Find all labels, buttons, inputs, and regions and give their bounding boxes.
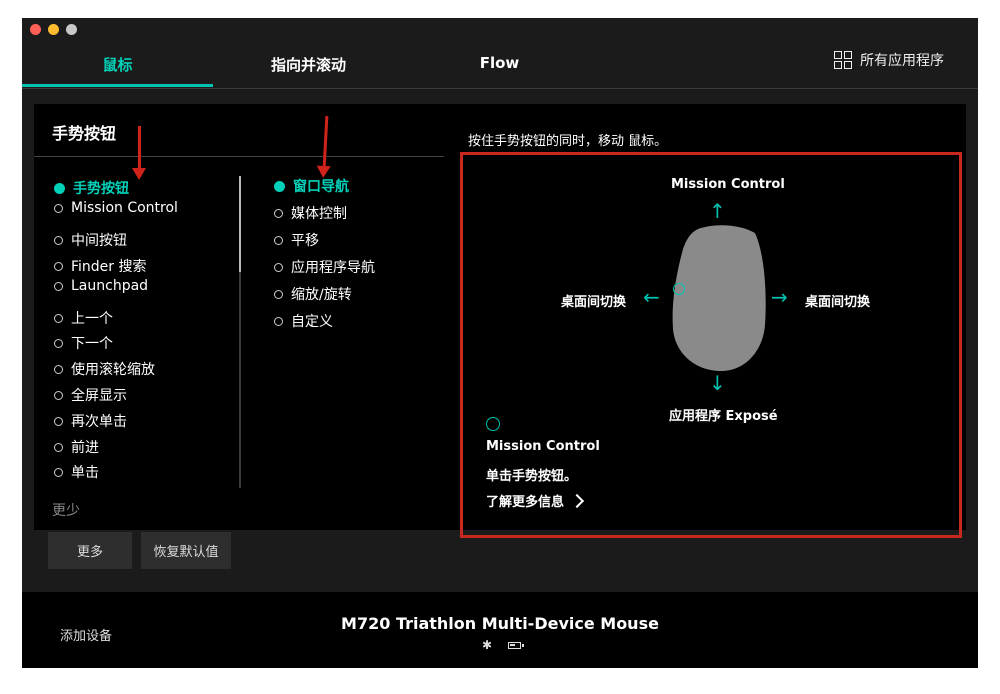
arrow-left-icon: ← — [643, 285, 660, 309]
arrow-right-icon: → — [771, 285, 788, 309]
option-label: 使用滚轮缩放 — [71, 362, 155, 378]
radio-selected-icon — [54, 182, 65, 194]
tab-divider — [22, 88, 978, 89]
minimize-window-button[interactable] — [48, 24, 59, 35]
option-next[interactable]: 下一个 — [54, 333, 113, 353]
option-label: 单击 — [71, 465, 99, 481]
radio-icon — [54, 467, 63, 477]
zoom-window-button[interactable] — [66, 24, 77, 35]
panel-divider — [34, 156, 444, 157]
arrow-down-icon: ↓ — [709, 371, 726, 395]
gesture-diagram: Mission Control ↑ 桌面间切换 ← → 桌面间切换 ↓ 应用程序… — [460, 152, 962, 538]
option-label: Mission Control — [71, 200, 178, 216]
click-action-title: Mission Control — [486, 439, 600, 454]
option-label: 媒体控制 — [291, 206, 347, 222]
option-window-navigation[interactable]: 窗口导航 — [274, 176, 349, 196]
annotation-arrow-icon — [132, 126, 146, 180]
radio-selected-icon — [274, 180, 285, 192]
radio-icon — [54, 261, 63, 271]
radio-icon — [54, 442, 63, 452]
radio-icon — [274, 235, 283, 245]
click-marker-icon — [486, 417, 500, 431]
radio-icon — [54, 203, 63, 213]
option-gesture-button[interactable]: 手势按钮 — [54, 178, 129, 198]
option-label: 全屏显示 — [71, 388, 127, 404]
option-click[interactable]: 单击 — [54, 462, 99, 482]
option-media-control[interactable]: 媒体控制 — [274, 203, 347, 223]
bluetooth-icon: ✱ — [482, 638, 493, 652]
tab-point-scroll[interactable]: 指向并滚动 — [213, 54, 404, 75]
radio-icon — [54, 313, 63, 323]
option-label: 应用程序导航 — [291, 260, 375, 276]
gesture-left-label: 桌面间切换 — [561, 295, 627, 310]
radio-icon — [54, 390, 63, 400]
option-label: Finder 搜索 — [71, 259, 147, 275]
device-status: ✱ — [482, 638, 525, 652]
radio-icon — [274, 208, 283, 218]
click-action-desc: 单击手势按钮。 — [486, 469, 578, 484]
option-label: 缩放/旋转 — [291, 287, 352, 303]
option-pan[interactable]: 平移 — [274, 230, 319, 250]
title-bar — [22, 18, 978, 40]
radio-icon — [54, 416, 63, 426]
all-apps-button[interactable]: 所有应用程序 — [834, 50, 944, 70]
mouse-icon — [672, 225, 766, 371]
gesture-down-label: 应用程序 Exposé — [669, 409, 778, 424]
option-scroll-zoom[interactable]: 使用滚轮缩放 — [54, 359, 155, 379]
option-middle-button[interactable]: 中间按钮 — [54, 230, 127, 250]
gesture-hint: 按住手势按钮的同时，移动 鼠标。 — [468, 134, 668, 149]
gesture-right-label: 桌面间切换 — [805, 295, 871, 310]
option-finder-search[interactable]: Finder 搜索 — [54, 256, 147, 276]
tab-mouse[interactable]: 鼠标 — [22, 54, 213, 75]
restore-defaults-button[interactable]: 恢复默认值 — [141, 532, 231, 569]
radio-icon — [54, 364, 63, 374]
close-window-button[interactable] — [30, 24, 41, 35]
option-click-again[interactable]: 再次单击 — [54, 411, 127, 431]
arrow-up-icon: ↑ — [709, 199, 726, 223]
option-label: 手势按钮 — [73, 181, 129, 197]
annotation-arrow-icon — [322, 115, 329, 169]
option-label: 窗口导航 — [293, 179, 349, 195]
option-label: 下一个 — [71, 336, 113, 352]
option-label: 平移 — [291, 233, 319, 249]
more-button[interactable]: 更多 — [48, 532, 132, 569]
panel-title: 手势按钮 — [52, 124, 117, 143]
battery-icon — [508, 641, 525, 649]
device-name: M720 Triathlon Multi-Device Mouse — [341, 614, 659, 633]
chevron-right-icon — [569, 493, 585, 508]
option-label: 前进 — [71, 440, 99, 456]
learn-more-link[interactable]: 了解更多信息 — [486, 491, 585, 510]
radio-icon — [274, 262, 283, 272]
option-zoom-rotate[interactable]: 缩放/旋转 — [274, 284, 352, 304]
radio-icon — [54, 281, 63, 291]
option-custom[interactable]: 自定义 — [274, 311, 333, 331]
radio-icon — [274, 316, 283, 326]
option-label: Launchpad — [71, 278, 149, 294]
radio-icon — [54, 338, 63, 348]
footer-bar: 添加设备 M720 Triathlon Multi-Device Mouse ✱ — [22, 592, 978, 668]
tab-flow[interactable]: Flow — [404, 54, 595, 72]
option-launchpad[interactable]: Launchpad — [54, 278, 148, 294]
show-less-link[interactable]: 更少 — [52, 500, 80, 520]
option-app-navigation[interactable]: 应用程序导航 — [274, 257, 375, 277]
option-label: 再次单击 — [71, 414, 127, 430]
option-label: 上一个 — [71, 311, 113, 327]
option-fullscreen[interactable]: 全屏显示 — [54, 385, 127, 405]
radio-icon — [274, 289, 283, 299]
option-mission-control[interactable]: Mission Control — [54, 200, 178, 216]
radio-icon — [54, 235, 63, 245]
learn-more-label: 了解更多信息 — [486, 495, 565, 510]
option-previous[interactable]: 上一个 — [54, 308, 113, 328]
grid-icon — [834, 51, 852, 69]
active-tab-indicator — [22, 84, 213, 87]
gesture-button-marker-icon — [673, 283, 685, 295]
gesture-up-label: Mission Control — [671, 177, 785, 192]
option-forward[interactable]: 前进 — [54, 437, 99, 457]
all-apps-label: 所有应用程序 — [860, 53, 944, 69]
option-label: 自定义 — [291, 314, 333, 330]
option-label: 中间按钮 — [71, 233, 127, 249]
app-window: 鼠标 指向并滚动 Flow 所有应用程序 手势按钮 按住手势按钮的同时，移动 鼠… — [22, 18, 978, 668]
list-scrollbar[interactable] — [239, 176, 241, 488]
